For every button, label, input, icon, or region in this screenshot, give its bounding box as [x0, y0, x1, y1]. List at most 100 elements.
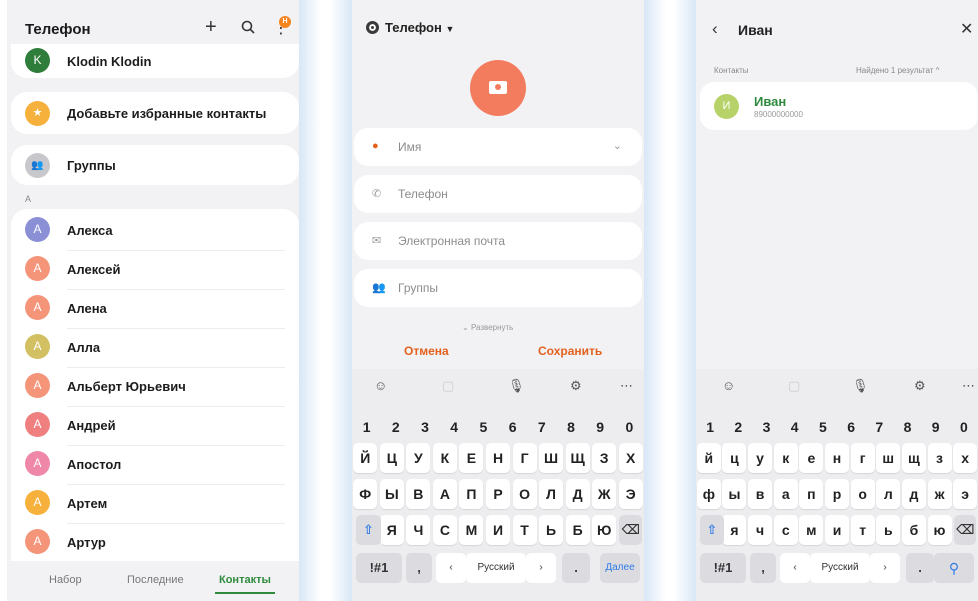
key-7[interactable]: 7	[866, 415, 892, 439]
phone-field[interactable]: ✆ Телефон	[354, 175, 642, 213]
key-letter[interactable]: ь	[876, 515, 901, 545]
key-letter[interactable]: т	[850, 515, 875, 545]
key-letter[interactable]: а	[773, 479, 798, 509]
key-8[interactable]: 8	[558, 415, 584, 439]
key-6[interactable]: 6	[838, 415, 864, 439]
key-letter[interactable]: Ж	[592, 479, 617, 509]
key-letter[interactable]: л	[876, 479, 901, 509]
key-letter[interactable]: б	[901, 515, 926, 545]
save-button[interactable]: Сохранить	[538, 344, 602, 358]
key-letter[interactable]: Е	[459, 443, 484, 473]
key-letter[interactable]: Ш	[539, 443, 564, 473]
microphone-icon[interactable]: 🎙	[852, 378, 869, 394]
key-1[interactable]: 1	[354, 415, 380, 439]
chevron-down-icon[interactable]: ⌄	[613, 139, 622, 152]
key-3[interactable]: 3	[754, 415, 780, 439]
key-letter[interactable]: Щ	[565, 443, 590, 473]
more-icon[interactable]: ⋯	[962, 378, 975, 394]
tab-dialer[interactable]: Набор	[49, 574, 82, 586]
symbols-key[interactable]: !#1	[700, 553, 746, 583]
key-letter[interactable]: Д	[565, 479, 590, 509]
key-9[interactable]: 9	[923, 415, 949, 439]
key-letter[interactable]: А	[432, 479, 457, 509]
contact-list-item[interactable]: Апостол	[67, 457, 121, 472]
cursor-right-key-icon[interactable]: ›	[870, 553, 900, 583]
key-2[interactable]: 2	[383, 415, 409, 439]
settings-icon[interactable]: ⚙	[914, 378, 926, 394]
key-letter[interactable]: х	[953, 443, 978, 473]
key-letter[interactable]: Г	[512, 443, 537, 473]
more-icon[interactable]: ⋯	[620, 378, 633, 394]
name-field[interactable]: ● Имя ⌄	[354, 128, 642, 166]
key-letter[interactable]: м	[799, 515, 824, 545]
contact-list-item[interactable]: Андрей	[67, 418, 116, 433]
key-letter[interactable]: К	[432, 443, 457, 473]
key-6[interactable]: 6	[500, 415, 526, 439]
key-letter[interactable]: ы	[722, 479, 747, 509]
key-letter[interactable]: ш	[876, 443, 901, 473]
emoji-icon[interactable]: ☺	[722, 378, 735, 393]
key-letter[interactable]: Э	[618, 479, 643, 509]
key-letter[interactable]: у	[748, 443, 773, 473]
key-letter[interactable]: Б	[565, 515, 590, 545]
emoji-icon[interactable]: ☺	[374, 378, 387, 393]
key-letter[interactable]: С	[432, 515, 457, 545]
contact-list-item[interactable]: Артем	[67, 496, 107, 511]
key-letter[interactable]: Ц	[379, 443, 404, 473]
key-letter[interactable]: и	[825, 515, 849, 545]
add-photo-button[interactable]	[470, 60, 526, 116]
key-letter[interactable]: р	[825, 479, 849, 509]
key-letter[interactable]: У	[406, 443, 431, 473]
key-letter[interactable]: З	[592, 443, 617, 473]
key-letter[interactable]: М	[459, 515, 484, 545]
key-letter[interactable]: к	[773, 443, 798, 473]
groups-field[interactable]: 👥 Группы	[354, 269, 642, 307]
key-4[interactable]: 4	[441, 415, 467, 439]
next-key[interactable]: Далее	[600, 553, 640, 583]
key-letter[interactable]: О	[512, 479, 537, 509]
comma-key[interactable]: ,	[406, 553, 432, 583]
key-letter[interactable]: с	[773, 515, 798, 545]
cursor-left-key-icon[interactable]: ‹	[436, 553, 466, 583]
key-letter[interactable]: ю	[927, 515, 952, 545]
expand-link[interactable]: ⌄ Развернуть	[462, 323, 513, 332]
key-letter[interactable]: о	[850, 479, 875, 509]
period-key[interactable]: .	[906, 553, 934, 583]
key-0[interactable]: 0	[616, 415, 642, 439]
key-letter[interactable]: Й	[353, 443, 378, 473]
key-letter[interactable]: е	[799, 443, 824, 473]
key-5[interactable]: 5	[810, 415, 836, 439]
key-letter[interactable]: щ	[901, 443, 926, 473]
key-letter[interactable]: в	[748, 479, 773, 509]
key-letter[interactable]: Р	[486, 479, 510, 509]
symbols-key[interactable]: !#1	[356, 553, 402, 583]
key-letter[interactable]: П	[459, 479, 484, 509]
backspace-key-icon[interactable]: ⌫	[619, 515, 642, 545]
key-letter[interactable]: э	[953, 479, 978, 509]
key-letter[interactable]: ц	[722, 443, 747, 473]
groups-card[interactable]: 👥 Группы	[11, 145, 299, 185]
search-icon[interactable]	[241, 20, 255, 38]
key-letter[interactable]: ф	[696, 479, 721, 509]
add-contact-icon[interactable]: +	[205, 16, 217, 39]
microphone-icon[interactable]: 🎙	[508, 378, 525, 394]
contact-list-item[interactable]: Алена	[67, 301, 107, 316]
contact-list-item[interactable]: Алекса	[67, 223, 113, 238]
contact-list-item[interactable]: Алла	[67, 340, 100, 355]
key-letter[interactable]: д	[901, 479, 926, 509]
key-4[interactable]: 4	[782, 415, 808, 439]
key-letter[interactable]: з	[927, 443, 952, 473]
tab-contacts[interactable]: Контакты	[219, 574, 271, 586]
comma-key[interactable]: ,	[750, 553, 776, 583]
key-letter[interactable]: г	[850, 443, 875, 473]
key-letter[interactable]: Т	[512, 515, 537, 545]
key-7[interactable]: 7	[529, 415, 555, 439]
space-key[interactable]: Русский	[466, 553, 526, 583]
key-letter[interactable]: Х	[618, 443, 643, 473]
key-5[interactable]: 5	[470, 415, 496, 439]
key-letter[interactable]: ч	[748, 515, 773, 545]
key-letter[interactable]: ж	[927, 479, 952, 509]
key-letter[interactable]: Н	[486, 443, 510, 473]
key-letter[interactable]: И	[486, 515, 510, 545]
key-letter[interactable]: я	[722, 515, 747, 545]
